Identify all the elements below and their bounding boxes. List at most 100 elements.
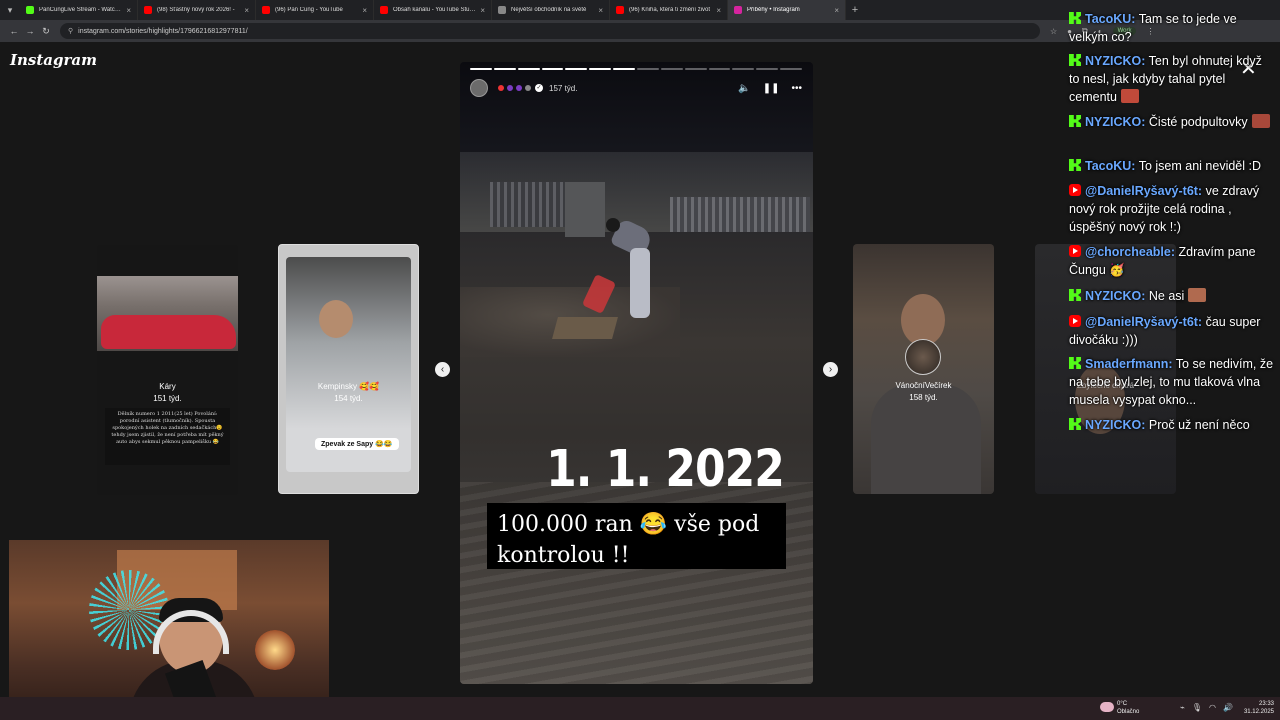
story-card-vanocni[interactable]: VánočníVečírek 158 týd.: [853, 244, 994, 494]
story-card-note: Dělník numero 1 2011(25 let) Povolání: p…: [105, 408, 230, 465]
progress-segment: [660, 68, 683, 70]
stream-chat-overlay: TacoKU: Tam se to jede ve velkým co? NYZI…: [1066, 6, 1280, 446]
progress-segment: [756, 68, 779, 70]
browser-tab[interactable]: Obsah kanálu - YouTube Studio ×: [374, 0, 492, 20]
url-field[interactable]: ⚲ instagram.com/stories/highlights/17966…: [60, 23, 1040, 39]
browser-tab[interactable]: (98) Šťastný nový rok 2026! - ×: [138, 0, 256, 20]
story-card-age: 158 týd.: [909, 393, 938, 402]
gate-image: [565, 182, 605, 237]
previous-story-arrow-icon[interactable]: ‹: [435, 362, 450, 377]
url-text: instagram.com/stories/highlights/1796621…: [78, 27, 248, 35]
instagram-logo[interactable]: Instagram: [10, 51, 97, 69]
person-head: [606, 218, 620, 232]
forward-icon[interactable]: →: [22, 26, 38, 36]
emoji-icon: [507, 85, 513, 91]
story-card-title: Kempinsky 🥰🥰: [317, 382, 380, 391]
browser-tab[interactable]: (96) Pan Čung - YouTube ×: [256, 0, 374, 20]
progress-segment: [684, 68, 707, 70]
weather-temp: 0°C: [1117, 701, 1128, 707]
tab-close-icon[interactable]: ×: [598, 6, 603, 15]
tab-title: PanCungLive Stream - Watch Li: [39, 7, 123, 13]
tab-close-icon[interactable]: ×: [716, 6, 721, 15]
progress-segment: [589, 68, 612, 70]
clock-time: 23:33: [1258, 701, 1274, 707]
browser-tab[interactable]: PanCungLive Stream - Watch Li ×: [20, 0, 138, 20]
reload-icon[interactable]: ↻: [38, 26, 54, 37]
chat-emote-icon: [1251, 114, 1270, 128]
story-viewer[interactable]: [460, 62, 813, 684]
progress-segment: [613, 68, 636, 70]
tab-title: (98) Šťastný nový rok 2026! -: [157, 7, 235, 13]
back-icon[interactable]: ←: [6, 26, 22, 36]
story-avatar: [905, 339, 941, 375]
chat-username: NYZICKO:: [1085, 54, 1146, 68]
browser-tab[interactable]: Největší obchodník na světě ×: [492, 0, 610, 20]
story-card-age: 151 týd.: [153, 394, 182, 403]
pause-icon[interactable]: ❚❚: [763, 83, 780, 94]
story-card-age: 154 týd.: [334, 394, 363, 403]
wifi-icon[interactable]: ◠: [1209, 703, 1216, 712]
chat-username: @chorcheable:: [1085, 245, 1175, 259]
car-image: [101, 315, 236, 349]
chat-message: NYZICKO: Ne asi: [1069, 287, 1274, 305]
chat-username: NYZICKO:: [1085, 418, 1146, 432]
chat-message: NYZICKO: Proč už není něco: [1069, 416, 1274, 434]
chat-text: Ne asi: [1148, 289, 1185, 303]
tab-favicon-icon: [26, 6, 34, 14]
site-info-icon[interactable]: ⚲: [68, 27, 73, 35]
tab-close-icon[interactable]: ×: [126, 6, 131, 15]
tab-list: PanCungLive Stream - Watch Li × (98) Šťast…: [20, 0, 846, 20]
tab-favicon-icon: [734, 6, 742, 14]
progress-segment: [470, 68, 492, 70]
weather-desc: Oblačno: [1117, 709, 1140, 715]
more-options-icon[interactable]: •••: [791, 83, 802, 94]
browser-tab[interactable]: (96) Kniha, která ti změní život ×: [610, 0, 728, 20]
lamp-image: [255, 630, 295, 670]
volume-icon[interactable]: 🔈: [738, 83, 750, 94]
tab-close-icon[interactable]: ×: [362, 6, 367, 15]
person-image: [606, 214, 668, 324]
progress-segment: [541, 68, 564, 70]
chat-message: @DanielRyšavý-t6t: ve zdravý nový rok pr…: [1069, 182, 1274, 236]
progress-segment: [565, 68, 588, 70]
tab-favicon-icon: [498, 6, 506, 14]
kick-icon: [1069, 418, 1081, 430]
chat-username: TacoKU:: [1085, 159, 1136, 173]
username-emojis[interactable]: [498, 85, 531, 91]
bookmark-icon[interactable]: ☆: [1050, 27, 1057, 36]
progress-segment: [637, 68, 659, 70]
tab-close-icon[interactable]: ×: [834, 6, 839, 15]
taskbar-clock[interactable]: 23:33 31.12.2025: [1238, 700, 1274, 716]
system-tray: ⌁ 🎙 ◠ 🔊: [1180, 703, 1233, 712]
youtube-icon: [1069, 245, 1081, 257]
chat-message: TacoKU: To jsem ani neviděl :D: [1069, 157, 1274, 175]
chat-text: Čisté podpultovky: [1148, 115, 1248, 129]
avatar[interactable]: [470, 79, 488, 97]
person-legs: [630, 248, 650, 318]
tab-favicon-icon: [262, 6, 270, 14]
kick-icon: [1069, 357, 1081, 369]
story-card-kempinsky[interactable]: Kempinsky 🥰🥰 154 týd. Zpevak ze Sapy 😂😂: [278, 244, 419, 494]
tab-search-icon[interactable]: ▾: [0, 0, 20, 20]
youtube-icon: [1069, 315, 1081, 327]
mic-icon[interactable]: 🎙: [1192, 703, 1202, 712]
weather-widget[interactable]: 0°C Oblačno: [1100, 700, 1160, 718]
chat-message: NYZICKO: Ten byl ohnutej když to nesl, j…: [1069, 52, 1274, 106]
tab-close-icon[interactable]: ×: [244, 6, 249, 15]
story-card-kary[interactable]: Káry 151 týd. Dělník numero 1 2011(25 le…: [97, 245, 238, 495]
tab-close-icon[interactable]: ×: [480, 6, 485, 15]
verified-icon: ✓: [535, 84, 543, 92]
network-icon[interactable]: ⌁: [1180, 703, 1185, 712]
next-story-arrow-icon[interactable]: ›: [823, 362, 838, 377]
chat-text: To jsem ani neviděl :D: [1138, 159, 1261, 173]
browser-tab[interactable]: Příběhy • Instagram ×: [728, 0, 846, 20]
chat-emote-icon: [1120, 89, 1139, 103]
new-tab-icon[interactable]: +: [846, 4, 864, 16]
webcam-overlay: [9, 540, 329, 720]
story-header: ✓ 157 týd. 🔈 ❚❚ •••: [470, 78, 802, 98]
kick-icon: [1069, 12, 1081, 24]
tab-title: Příběhy • Instagram: [747, 7, 800, 13]
story-progress-bar: [470, 68, 803, 70]
volume-icon[interactable]: 🔊: [1223, 703, 1233, 712]
kick-icon: [1069, 289, 1081, 301]
